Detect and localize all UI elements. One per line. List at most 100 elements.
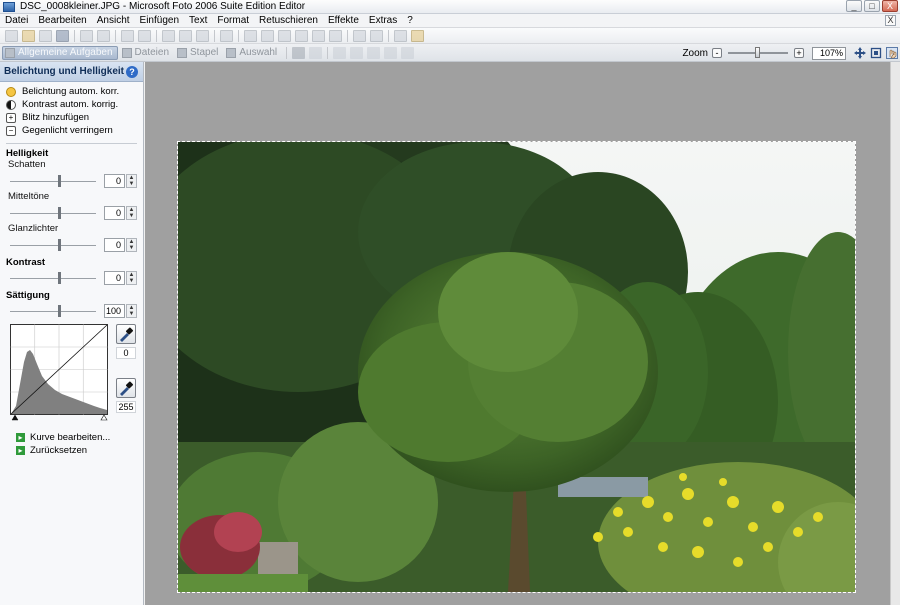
glanzlichter-slider-row: 0 ▲ ▼ bbox=[0, 235, 143, 255]
saettigung-slider[interactable] bbox=[10, 311, 96, 312]
paste-icon[interactable] bbox=[196, 29, 209, 42]
saettigung-slider-row: 100 ▲ ▼ bbox=[0, 301, 143, 321]
text-tool-icon[interactable] bbox=[220, 29, 233, 42]
zoom-value-field[interactable]: 107% bbox=[812, 46, 846, 60]
help-icon[interactable]: ? bbox=[126, 66, 138, 78]
schatten-label: Schatten bbox=[8, 159, 46, 170]
add-fill-flash-action[interactable]: + Blitz hinzufügen bbox=[6, 111, 143, 124]
circle-icon[interactable] bbox=[370, 29, 383, 42]
tab-stapel[interactable]: Stapel bbox=[175, 46, 222, 60]
glanzlichter-slider-thumb[interactable] bbox=[58, 239, 61, 251]
checkmark-icon[interactable] bbox=[401, 46, 415, 59]
select-magic-icon[interactable] bbox=[367, 46, 381, 59]
pointer-icon[interactable] bbox=[292, 46, 306, 59]
move-icon[interactable] bbox=[854, 47, 866, 59]
kontrast-value-field[interactable]: 0 bbox=[104, 271, 125, 285]
menu-format[interactable]: Format bbox=[212, 15, 254, 26]
glanzlichter-spinner[interactable]: ▲ ▼ bbox=[126, 238, 137, 252]
black-point-eyedropper[interactable] bbox=[116, 324, 136, 344]
glanzlichter-slider[interactable] bbox=[10, 245, 96, 246]
menu-datei[interactable]: Datei bbox=[0, 15, 33, 26]
zoom-slider[interactable] bbox=[728, 47, 788, 58]
minimize-button[interactable]: _ bbox=[846, 0, 862, 12]
select-free-icon[interactable] bbox=[350, 46, 364, 59]
toolbar-separator bbox=[238, 29, 239, 42]
pan-icon[interactable] bbox=[886, 47, 898, 59]
kontrast-slider-thumb[interactable] bbox=[58, 272, 61, 284]
saettigung-spinner[interactable]: ▲ ▼ bbox=[126, 304, 137, 318]
menu-einfuegen[interactable]: Einfügen bbox=[135, 15, 184, 26]
magic-wand-icon[interactable] bbox=[244, 29, 257, 42]
menu-effekte[interactable]: Effekte bbox=[323, 15, 364, 26]
zoom-out-button[interactable]: - bbox=[712, 48, 722, 58]
schatten-value-field[interactable]: 0 bbox=[104, 174, 125, 188]
brush-icon[interactable] bbox=[384, 46, 398, 59]
maximize-button[interactable]: □ bbox=[864, 0, 880, 12]
levels-histogram[interactable] bbox=[10, 324, 110, 424]
menu-ansicht[interactable]: Ansicht bbox=[92, 15, 135, 26]
menu-retuschieren[interactable]: Retuschieren bbox=[254, 15, 323, 26]
menu-help[interactable]: ? bbox=[402, 15, 418, 26]
tab-allgemeine-aufgaben[interactable]: Allgemeine Aufgaben bbox=[2, 45, 118, 60]
mitteltoene-slider[interactable] bbox=[10, 213, 96, 214]
auto-contrast-action[interactable]: Kontrast autom. korrig. bbox=[6, 98, 143, 111]
glanzlichter-value-field[interactable]: 0 bbox=[104, 238, 125, 252]
menu-extras[interactable]: Extras bbox=[364, 15, 402, 26]
tab-dateien[interactable]: Dateien bbox=[120, 46, 173, 60]
close-button[interactable]: X bbox=[882, 0, 898, 12]
document-close-button[interactable]: X bbox=[885, 15, 896, 26]
zoom-slider-thumb[interactable] bbox=[755, 47, 760, 58]
mitteltoene-spinner[interactable]: ▲ ▼ bbox=[126, 206, 137, 220]
photo-image[interactable] bbox=[177, 141, 856, 593]
mitteltoene-value-field[interactable]: 0 bbox=[104, 206, 125, 220]
black-point-value: 0 bbox=[116, 347, 136, 359]
edit-curve-link[interactable]: ▸ Kurve bearbeiten... bbox=[16, 432, 110, 443]
menu-text[interactable]: Text bbox=[184, 15, 212, 26]
crop-icon[interactable] bbox=[329, 29, 342, 42]
undo-icon[interactable] bbox=[121, 29, 134, 42]
print-icon[interactable] bbox=[80, 29, 93, 42]
eyedropper-icon bbox=[120, 381, 133, 396]
email-icon[interactable] bbox=[97, 29, 110, 42]
window-title: DSC_0008kleiner.JPG - Microsoft Foto 200… bbox=[20, 1, 306, 12]
open-folder-icon[interactable] bbox=[22, 29, 35, 42]
zoom-in-button[interactable]: + bbox=[794, 48, 804, 58]
saettigung-slider-thumb[interactable] bbox=[58, 305, 61, 317]
toolbar-separator bbox=[156, 29, 157, 42]
task-panel: Belichtung und Helligkeit ? Belichtung a… bbox=[0, 62, 144, 605]
publish-icon[interactable] bbox=[411, 29, 424, 42]
reduce-backlight-action[interactable]: − Gegenlicht verringern bbox=[6, 124, 143, 137]
toolbar-separator bbox=[327, 46, 329, 59]
flip-vertical-icon[interactable] bbox=[278, 29, 291, 42]
saettigung-value-field[interactable]: 100 bbox=[104, 304, 125, 318]
white-point-eyedropper[interactable] bbox=[116, 378, 136, 398]
reset-link[interactable]: ▸ Zurücksetzen bbox=[16, 445, 87, 456]
fit-window-icon[interactable] bbox=[870, 47, 882, 59]
auto-exposure-action[interactable]: Belichtung autom. korr. bbox=[6, 85, 143, 98]
rotate-right-icon[interactable] bbox=[312, 29, 325, 42]
menu-bearbeiten[interactable]: Bearbeiten bbox=[33, 15, 91, 26]
rotate-left-icon[interactable] bbox=[295, 29, 308, 42]
hand-icon[interactable] bbox=[309, 46, 323, 59]
kontrast-slider[interactable] bbox=[10, 278, 96, 279]
toolbar-separator bbox=[74, 29, 75, 42]
new-file-icon[interactable] bbox=[5, 29, 18, 42]
save-icon[interactable] bbox=[56, 29, 69, 42]
scan-icon[interactable] bbox=[39, 29, 52, 42]
redo-icon[interactable] bbox=[138, 29, 151, 42]
action-label: Blitz hinzufügen bbox=[22, 112, 90, 123]
select-rect-icon[interactable] bbox=[333, 46, 347, 59]
cut-icon[interactable] bbox=[162, 29, 175, 42]
tab-auswahl[interactable]: Auswahl bbox=[224, 46, 281, 60]
effects-icon[interactable] bbox=[353, 29, 366, 42]
schatten-slider-thumb[interactable] bbox=[58, 175, 61, 187]
vertical-scrollbar[interactable] bbox=[890, 62, 900, 605]
flip-horizontal-icon[interactable] bbox=[261, 29, 274, 42]
schatten-spinner[interactable]: ▲ ▼ bbox=[126, 174, 137, 188]
schatten-slider[interactable] bbox=[10, 181, 96, 182]
kontrast-spinner[interactable]: ▲ ▼ bbox=[126, 271, 137, 285]
copy-icon[interactable] bbox=[179, 29, 192, 42]
export-icon[interactable] bbox=[394, 29, 407, 42]
mitteltoene-slider-thumb[interactable] bbox=[58, 207, 61, 219]
sun-icon bbox=[6, 86, 16, 97]
